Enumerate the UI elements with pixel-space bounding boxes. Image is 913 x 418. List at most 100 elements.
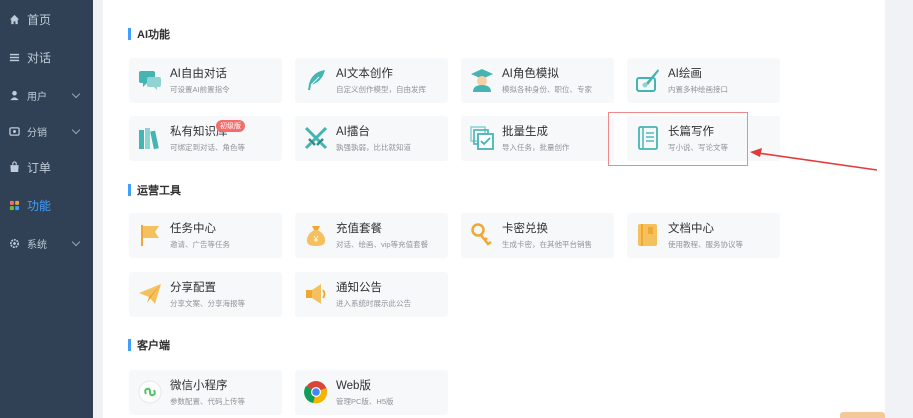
- sidebar-item-label: 用户: [27, 91, 47, 103]
- card-desc: 导入任务，批量创作: [502, 143, 570, 152]
- card-title: AI绘画: [668, 68, 702, 80]
- money-bag-icon: ¥: [306, 226, 326, 246]
- card-title: AI角色模拟: [502, 68, 559, 80]
- paint-icon: [636, 69, 659, 92]
- sidebar: 首页 对话 用户 分销 订单 功能 系统: [0, 0, 93, 418]
- section-marker: [128, 28, 131, 40]
- home-icon: [8, 13, 21, 26]
- card-desc: 可设置AI前置指令: [170, 85, 230, 94]
- card-desc: 孰强孰弱，比比就知道: [336, 143, 411, 152]
- sidebar-item-distribution[interactable]: 分销: [0, 112, 93, 150]
- card-doc-center[interactable]: 文档中心 使用教程、服务协议等: [627, 213, 780, 258]
- card-title: 卡密兑换: [502, 223, 548, 235]
- section-title-clients: 客户端: [128, 337, 170, 353]
- card-web-version[interactable]: Web版 管理PC版、H5版: [295, 370, 448, 415]
- list-icon: [8, 51, 21, 64]
- sidebar-item-chat[interactable]: 对话: [0, 38, 93, 76]
- floating-button[interactable]: [840, 412, 885, 418]
- sidebar-item-features[interactable]: 功能: [0, 186, 93, 224]
- card-batch-generate[interactable]: 批量生成 导入任务，批量创作: [461, 116, 614, 161]
- chevron-down-icon: [71, 89, 81, 99]
- chevron-down-icon: [71, 237, 81, 247]
- section-title-ai: AI功能: [128, 26, 170, 42]
- sidebar-item-label: 订单: [27, 160, 52, 175]
- card-wechat-mini-program[interactable]: 微信小程序 参数配置、代码上传等: [129, 370, 282, 415]
- card-title: Web版: [336, 380, 371, 392]
- sidebar-item-label: 对话: [27, 50, 52, 65]
- sidebar-item-label: 分销: [27, 127, 47, 139]
- card-title: 任务中心: [170, 223, 216, 235]
- section-title-operations: 运营工具: [128, 182, 181, 198]
- paper-plane-icon: [139, 284, 161, 304]
- card-desc: 对话、绘画、vip等充值套餐: [336, 240, 429, 249]
- card-title: 批量生成: [502, 126, 548, 138]
- card-title: 微信小程序: [170, 380, 228, 392]
- chat-icon: [139, 71, 161, 90]
- bag-icon: [8, 161, 21, 174]
- feather-icon: [308, 70, 325, 90]
- card-title: AI擂台: [336, 126, 370, 138]
- book-icon: [638, 224, 657, 246]
- card-desc: 模拟各种身份、职位、专家: [502, 85, 592, 94]
- sidebar-item-label: 功能: [27, 198, 52, 213]
- card-desc: 参数配置、代码上传等: [170, 397, 245, 406]
- card-desc: 自定义创作模型，自由发挥: [336, 85, 426, 94]
- card-private-knowledge[interactable]: 私有知识库 初级版 可绑定到对话、角色等: [129, 116, 282, 161]
- card-desc: 管理PC版、H5版: [336, 397, 394, 406]
- card-desc: 生成卡密，在其他平台销售: [502, 240, 592, 249]
- section-title-text: AI功能: [137, 29, 170, 41]
- books-icon: [139, 128, 159, 150]
- section-marker: [128, 339, 131, 351]
- card-share-config[interactable]: 分享配置 分享文案、分享海报等: [129, 272, 282, 317]
- batch-icon: [470, 126, 494, 150]
- megaphone-icon: [306, 284, 326, 304]
- card-desc: 分享文案、分享海报等: [170, 299, 245, 308]
- card-ai-painting[interactable]: AI绘画 内置多种绘画接口: [627, 58, 780, 103]
- card-desc: 写小说、写论文等: [668, 143, 728, 152]
- edition-badge: 初级版: [216, 120, 245, 132]
- sidebar-item-users[interactable]: 用户: [0, 76, 93, 114]
- card-ai-role-play[interactable]: AI角色模拟 模拟各种身份、职位、专家: [461, 58, 614, 103]
- card-desc: 进入系统时展示此公告: [336, 299, 411, 308]
- card-ai-text-creation[interactable]: AI文本创作 自定义创作模型，自由发挥: [295, 58, 448, 103]
- sidebar-item-home[interactable]: 首页: [0, 0, 93, 38]
- chrome-icon: [304, 381, 327, 404]
- card-long-writing[interactable]: 长篇写作 写小说、写论文等: [627, 116, 780, 161]
- section-title-text: 运营工具: [137, 185, 181, 197]
- card-desc: 使用教程、服务协议等: [668, 240, 743, 249]
- card-title: AI自由对话: [170, 68, 227, 80]
- card-desc: 可绑定到对话、角色等: [170, 143, 245, 152]
- key-icon: [471, 223, 492, 246]
- card-card-key-redeem[interactable]: 卡密兑换 生成卡密，在其他平台销售: [461, 213, 614, 258]
- main-panel: AI功能 AI自由对话 可设置AI前置指令 AI文本创作 自定义创作模型，自由发…: [103, 0, 885, 418]
- grid-icon: [8, 199, 21, 212]
- card-recharge-plans[interactable]: ¥ 充值套餐 对话、绘画、vip等充值套餐: [295, 213, 448, 258]
- sidebar-item-orders[interactable]: 订单: [0, 148, 93, 186]
- swords-icon: [304, 126, 328, 150]
- card-ai-arena[interactable]: AI擂台 孰强孰弱，比比就知道: [295, 116, 448, 161]
- user-icon: [8, 89, 21, 102]
- svg-text:¥: ¥: [313, 235, 319, 244]
- card-title: 分享配置: [170, 282, 216, 294]
- sidebar-item-system[interactable]: 系统: [0, 224, 93, 262]
- section-marker: [128, 184, 131, 196]
- card-desc: 邀请、广告等任务: [170, 240, 230, 249]
- flag-icon: [141, 225, 159, 246]
- card-title: 文档中心: [668, 223, 714, 235]
- card-title: 充值套餐: [336, 223, 382, 235]
- card-task-center[interactable]: 任务中心 邀请、广告等任务: [129, 213, 282, 258]
- distribution-icon: [8, 125, 21, 138]
- card-ai-free-chat[interactable]: AI自由对话 可设置AI前置指令: [129, 58, 282, 103]
- notebook-icon: [638, 126, 658, 150]
- card-title: 通知公告: [336, 282, 382, 294]
- sidebar-item-label: 系统: [27, 239, 47, 251]
- gear-icon: [8, 237, 21, 250]
- section-title-text: 客户端: [137, 340, 170, 352]
- mini-program-icon: [138, 380, 162, 404]
- chevron-down-icon: [71, 125, 81, 135]
- card-notice[interactable]: 通知公告 进入系统时展示此公告: [295, 272, 448, 317]
- graduate-icon: [471, 69, 493, 92]
- sidebar-item-label: 首页: [27, 12, 52, 27]
- card-title: 长篇写作: [668, 126, 714, 138]
- card-title: AI文本创作: [336, 68, 393, 80]
